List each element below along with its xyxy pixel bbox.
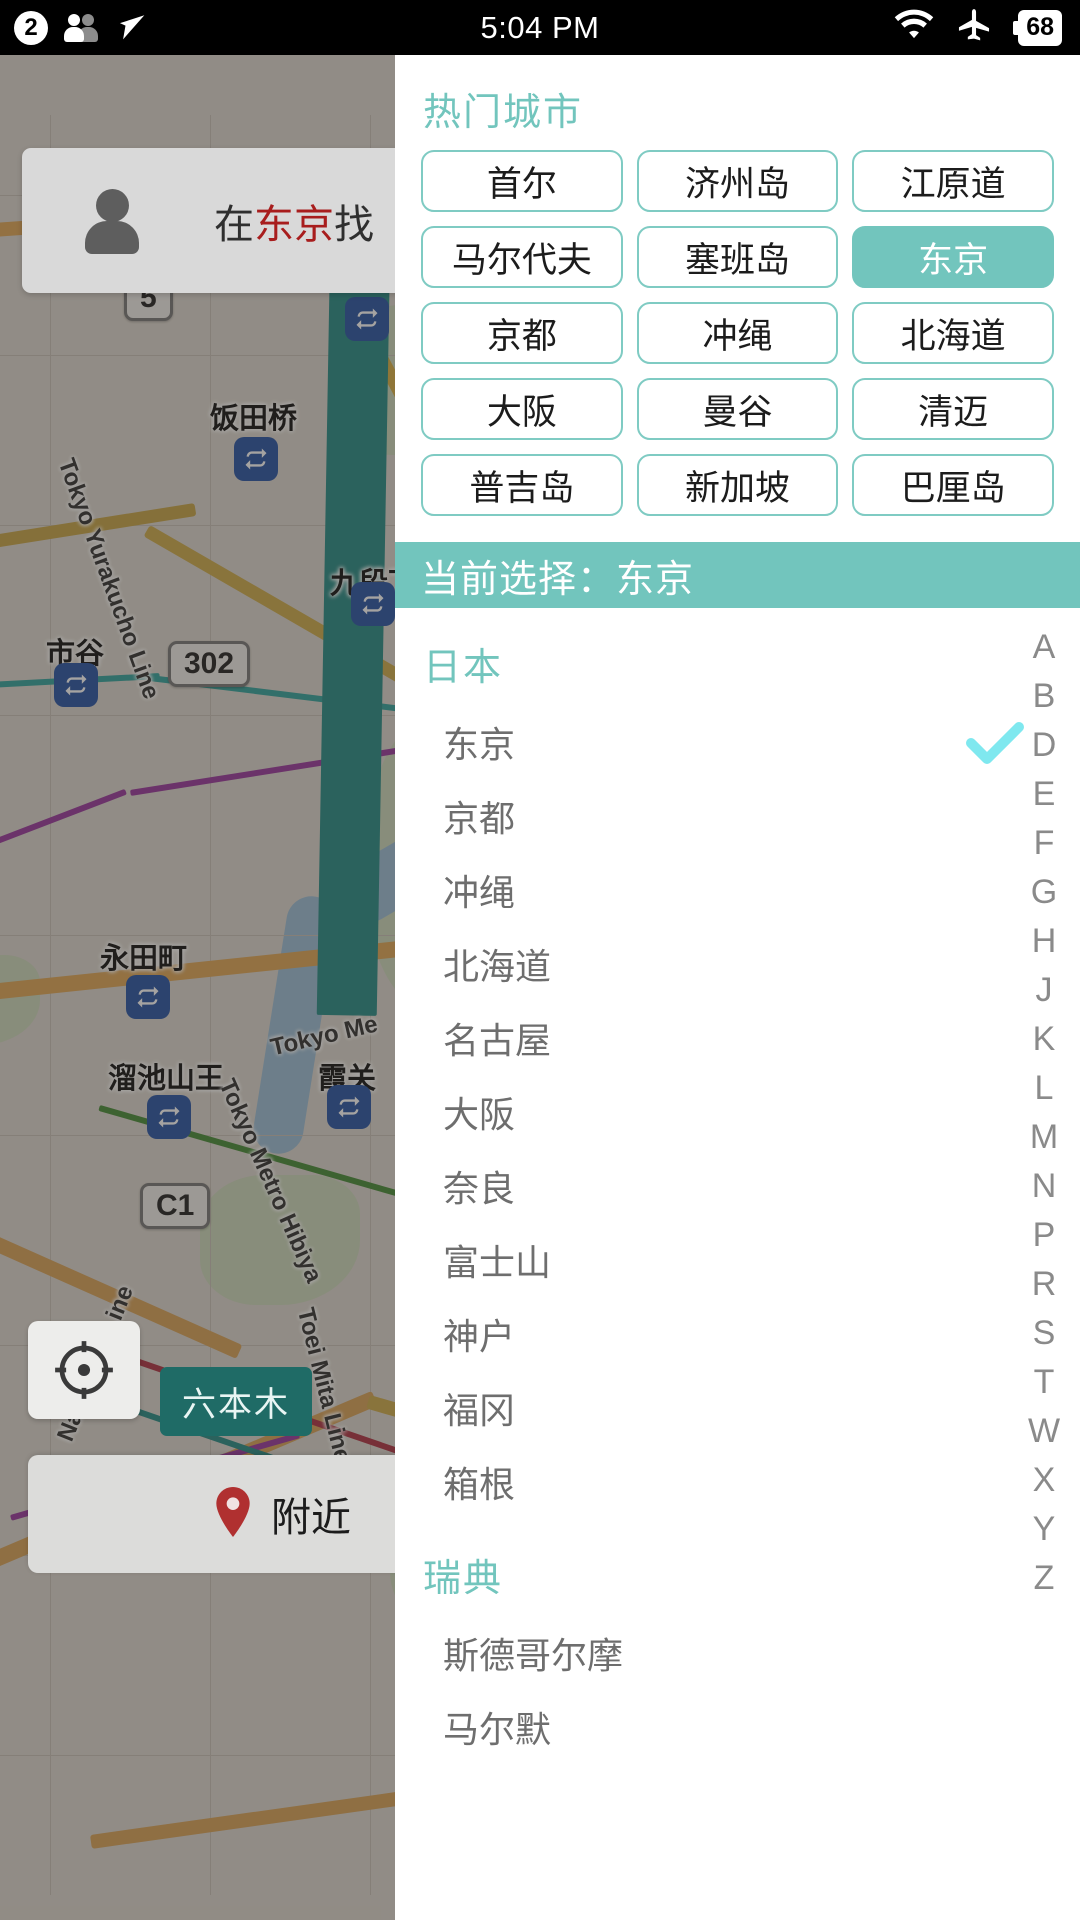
list-item[interactable]: 马尔默: [395, 1690, 1005, 1764]
list-item-label: 东京: [443, 724, 516, 765]
hot-city-chip[interactable]: 清迈: [852, 378, 1054, 440]
search-suffix: 找: [334, 202, 374, 247]
alphabet-index-letter[interactable]: H: [1008, 916, 1080, 965]
alphabet-index-letter[interactable]: B: [1008, 671, 1080, 720]
list-item[interactable]: 箱根: [395, 1445, 1005, 1519]
list-item-label: 北海道: [443, 946, 552, 987]
poi-label-roppongi[interactable]: 六本木: [160, 1367, 312, 1436]
list-item[interactable]: 大阪: [395, 1075, 1005, 1149]
alphabet-index-letter[interactable]: W: [1008, 1406, 1080, 1455]
list-item-label: 福冈: [443, 1390, 516, 1431]
location-pin-icon: [213, 1486, 253, 1542]
search-input-text[interactable]: 在东京找: [214, 192, 374, 250]
alphabet-index-letter[interactable]: N: [1008, 1161, 1080, 1210]
hot-city-chip[interactable]: 普吉岛: [421, 454, 623, 516]
nearby-label: 附近: [271, 1496, 351, 1540]
list-item-label: 神户: [443, 1316, 516, 1357]
airplane-mode-icon: [955, 6, 993, 49]
hot-city-chip-selected[interactable]: 东京: [852, 226, 1054, 288]
list-item-label: 马尔默: [443, 1709, 552, 1750]
alphabet-index-letter[interactable]: A: [1008, 622, 1080, 671]
battery-icon: 68: [1013, 9, 1062, 46]
hot-city-chip[interactable]: 大阪: [421, 378, 623, 440]
alphabet-index-letter[interactable]: Y: [1008, 1504, 1080, 1553]
list-item[interactable]: 神户: [395, 1297, 1005, 1371]
alphabet-index-letter[interactable]: L: [1008, 1063, 1080, 1112]
alphabet-index-letter[interactable]: J: [1008, 965, 1080, 1014]
city-picker-panel: 热门城市 首尔 济州岛 江原道 马尔代夫 塞班岛 东京 京都 冲绳 北海道 大阪…: [395, 55, 1080, 1920]
city-list-wrapper: 日本 东京 京都 冲绳 北海道 名古屋 大阪 奈良 富士山 神户 福冈 箱根 瑞…: [395, 608, 1080, 1920]
group-header-sweden: 瑞典: [423, 1558, 504, 1600]
battery-level: 68: [1018, 9, 1062, 46]
nearby-bar[interactable]: 附近: [28, 1455, 400, 1573]
hot-city-chip[interactable]: 曼谷: [636, 378, 839, 440]
crosshair-icon: [55, 1341, 113, 1399]
hot-cities-title: 热门城市: [423, 92, 584, 134]
list-item-label: 奈良: [443, 1168, 516, 1209]
alphabet-index-letter[interactable]: F: [1008, 818, 1080, 867]
status-bar-right: 68: [893, 0, 1062, 55]
current-selection-bar: 当前选择：东京: [395, 542, 1080, 608]
group-header-japan: 日本: [423, 647, 504, 689]
alphabet-index-letter[interactable]: X: [1008, 1455, 1080, 1504]
list-item[interactable]: 福冈: [395, 1371, 1005, 1445]
alphabet-index-letter[interactable]: S: [1008, 1308, 1080, 1357]
list-item[interactable]: 京都: [395, 779, 1005, 853]
list-item[interactable]: 富士山: [395, 1223, 1005, 1297]
person-icon: [82, 188, 142, 254]
city-list[interactable]: 日本 东京 京都 冲绳 北海道 名古屋 大阪 奈良 富士山 神户 福冈 箱根 瑞…: [395, 608, 1024, 1764]
hot-city-chip[interactable]: 京都: [421, 302, 623, 364]
alphabet-index-letter[interactable]: D: [1008, 720, 1080, 769]
map-dim-overlay: [0, 55, 400, 1920]
alphabet-index-letter[interactable]: R: [1008, 1259, 1080, 1308]
search-city-highlight: 东京: [254, 202, 334, 247]
hot-city-chip[interactable]: 冲绳: [636, 302, 839, 364]
status-bar: 2 5:04 PM 68: [0, 0, 1080, 55]
app-screen: 后乐园 饭田桥 九段下 市谷 永田町 溜池山王 霞关 Tokyo Yurakuc…: [0, 0, 1080, 1920]
alphabet-index-letter[interactable]: M: [1008, 1112, 1080, 1161]
hot-city-chip[interactable]: 首尔: [421, 150, 623, 212]
list-item[interactable]: 北海道: [395, 927, 1005, 1001]
list-item-label: 京都: [443, 798, 516, 839]
list-item-label: 大阪: [443, 1094, 516, 1135]
list-item-label: 箱根: [443, 1464, 516, 1505]
list-item[interactable]: 东京: [395, 705, 1024, 779]
list-item-label: 斯德哥尔摩: [443, 1635, 624, 1676]
list-item[interactable]: 名古屋: [395, 1001, 1005, 1075]
hot-city-chip[interactable]: 新加坡: [636, 454, 839, 516]
hot-city-chip[interactable]: 塞班岛: [636, 226, 839, 288]
hot-city-chip[interactable]: 北海道: [852, 302, 1054, 364]
alphabet-index-letter[interactable]: K: [1008, 1014, 1080, 1063]
alphabet-index-letter[interactable]: Z: [1008, 1553, 1080, 1602]
alphabet-index-letter[interactable]: T: [1008, 1357, 1080, 1406]
list-item-label: 富士山: [443, 1242, 552, 1283]
alphabet-index-letter[interactable]: G: [1008, 867, 1080, 916]
hot-city-chip[interactable]: 马尔代夫: [421, 226, 623, 288]
alphabet-index-letter[interactable]: P: [1008, 1210, 1080, 1259]
hot-cities-section: 热门城市 首尔 济州岛 江原道 马尔代夫 塞班岛 东京 京都 冲绳 北海道 大阪…: [395, 55, 1080, 524]
list-item-label: 名古屋: [443, 1020, 552, 1061]
hot-city-chip[interactable]: 江原道: [852, 150, 1054, 212]
list-item[interactable]: 斯德哥尔摩: [395, 1616, 1005, 1690]
wifi-icon: [893, 9, 935, 46]
alphabet-index[interactable]: A B D E F G H J K L M N P R S T W X Y Z: [1008, 608, 1080, 1920]
list-item[interactable]: 冲绳: [395, 853, 1005, 927]
locate-button[interactable]: [28, 1321, 140, 1419]
alphabet-index-letter[interactable]: E: [1008, 769, 1080, 818]
hot-city-chip[interactable]: 巴厘岛: [852, 454, 1054, 516]
search-prefix: 在: [214, 202, 254, 247]
hot-cities-grid: 首尔 济州岛 江原道 马尔代夫 塞班岛 东京 京都 冲绳 北海道 大阪 曼谷 清…: [395, 150, 1080, 516]
map-canvas[interactable]: 后乐园 饭田桥 九段下 市谷 永田町 溜池山王 霞关 Tokyo Yurakuc…: [0, 55, 400, 1920]
list-item-label: 冲绳: [443, 872, 516, 913]
hot-city-chip[interactable]: 济州岛: [636, 150, 839, 212]
list-item[interactable]: 奈良: [395, 1149, 1005, 1223]
search-bar[interactable]: 在东京找: [22, 148, 400, 293]
